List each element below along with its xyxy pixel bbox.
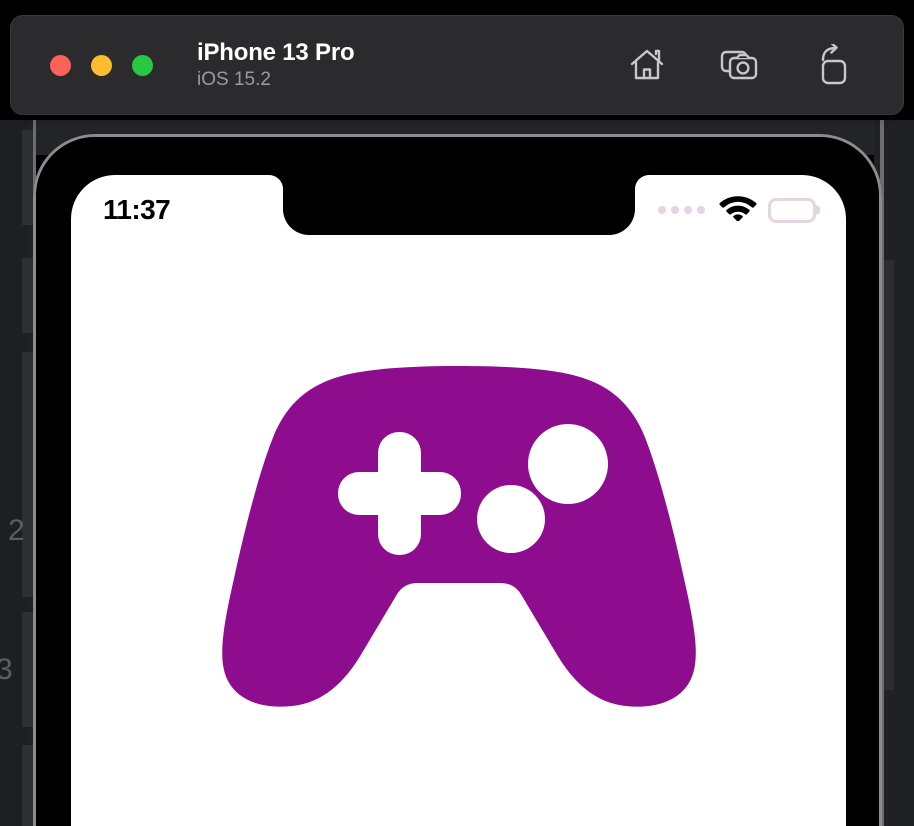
- background-right-block: [884, 260, 894, 690]
- gamepad-body: [221, 366, 696, 707]
- wifi-icon: [719, 194, 757, 226]
- rotate-icon: [812, 44, 850, 86]
- device-name-label: iPhone 13 Pro: [197, 38, 355, 66]
- button-lower-left: [476, 485, 545, 553]
- screenshot-icon: [718, 45, 760, 85]
- simulator-title-bar: iPhone 13 Pro iOS 15.2: [10, 15, 904, 115]
- gamepad-icon: [198, 353, 720, 708]
- screenshot-button[interactable]: [717, 43, 761, 87]
- close-button[interactable]: [50, 54, 71, 76]
- dpad-vertical: [377, 432, 421, 555]
- notch-corner-right: [634, 175, 649, 189]
- os-version-label: iOS 15.2: [197, 68, 271, 90]
- notch-corner-left: [268, 175, 283, 189]
- button-upper-right: [527, 424, 608, 504]
- simulator-window-root: 2 3 iPhone 13 Pro iOS 15.2 11:37: [0, 0, 914, 826]
- battery-cap: [816, 205, 820, 215]
- home-icon: [627, 45, 667, 85]
- zoom-button[interactable]: [132, 54, 153, 76]
- device-bezel: 11:37: [36, 137, 879, 826]
- title-bar-actions: [625, 43, 853, 87]
- background-line-number: 2: [8, 514, 25, 547]
- device-screen[interactable]: 11:37: [71, 175, 846, 826]
- device-frame: 11:37: [33, 134, 882, 826]
- background-line-number: 3: [0, 653, 13, 686]
- status-bar-time: 11:37: [103, 194, 171, 225]
- device-title-group: iPhone 13 Pro iOS 15.2: [197, 38, 355, 90]
- minimize-button[interactable]: [91, 54, 112, 76]
- cellular-signal-icon: [658, 206, 705, 214]
- battery-icon: [768, 197, 820, 223]
- rotate-button[interactable]: [809, 43, 853, 87]
- status-bar-indicators: [658, 194, 820, 226]
- home-button[interactable]: [625, 43, 669, 87]
- app-content: [71, 235, 846, 826]
- window-controls: [50, 54, 153, 76]
- device-notch: [268, 175, 649, 235]
